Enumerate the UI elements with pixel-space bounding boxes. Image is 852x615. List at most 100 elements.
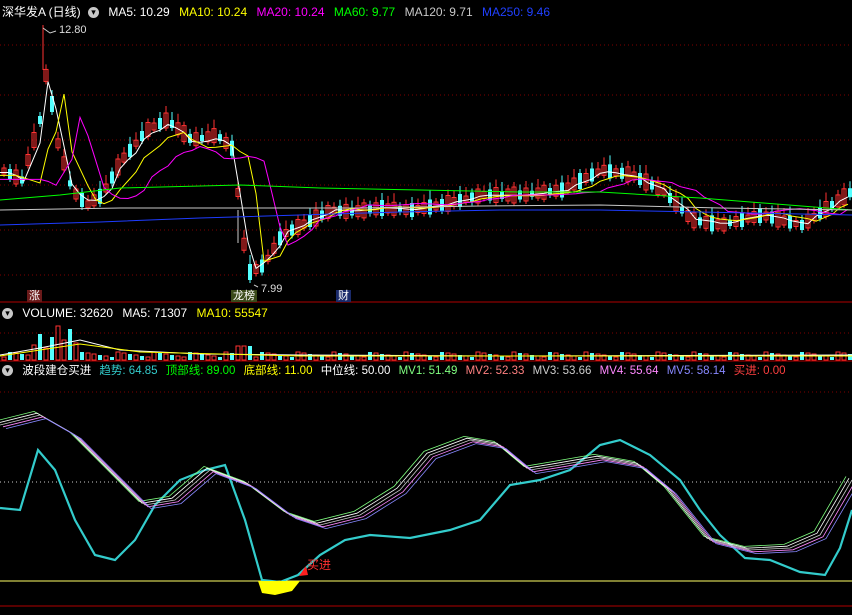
volume-ma5-label: MA5: 71307	[122, 306, 188, 320]
volume-bar-up	[145, 356, 151, 361]
stock-title[interactable]: 深华发A (日线)	[2, 5, 81, 19]
volume-bar-down	[248, 346, 252, 360]
volume-bar-up	[823, 355, 829, 361]
candle-down	[260, 259, 264, 273]
chevron-down-icon[interactable]: ▾	[88, 7, 100, 19]
volume-label: VOLUME: 32620	[22, 306, 114, 320]
volume-bar-down	[80, 352, 84, 360]
buy-zone	[258, 581, 300, 595]
volume-bar-up	[73, 342, 79, 361]
ma250-label: MA250: 9.46	[481, 5, 551, 19]
volume-bar-up	[205, 354, 211, 361]
candle-down	[608, 164, 612, 179]
volume-bar-down	[758, 357, 762, 360]
volume-bar-up	[223, 351, 229, 361]
volume-bar-up	[175, 355, 181, 361]
top-line-label: 顶部线: 89.00	[165, 365, 236, 377]
volume-bar-down	[128, 354, 132, 360]
volume-bar-up	[253, 356, 259, 361]
mv2-label: MV2: 52.33	[465, 365, 525, 377]
mv2-line	[0, 412, 850, 549]
candle-down	[560, 182, 564, 198]
volume-bar-up	[163, 353, 169, 361]
volume-bar-up	[121, 352, 127, 361]
volume-bar-down	[788, 356, 792, 360]
volume-bar-up	[1, 356, 7, 361]
volume-bar-down	[398, 357, 402, 360]
volume-bar-up	[391, 355, 397, 361]
volume-bar-up	[55, 325, 61, 361]
volume-bar-up	[103, 355, 109, 361]
zhang-marker[interactable]: 涨	[27, 290, 42, 302]
volume-bar-up	[415, 353, 421, 361]
candle-down	[110, 171, 114, 184]
volume-bar-down	[650, 357, 654, 360]
buy-value-label: 买进: 0.00	[733, 365, 786, 377]
candle-down	[38, 116, 42, 124]
volume-bar-up	[631, 353, 637, 361]
volume-bar-down	[320, 356, 324, 360]
volume-bar-down	[140, 356, 144, 360]
volume-bar-up	[433, 356, 439, 361]
volume-bar-down	[500, 356, 504, 360]
volume-bar-down	[200, 354, 204, 360]
volume-bar-down	[110, 357, 114, 360]
bottom-line-label: 底部线: 11.00	[243, 365, 313, 377]
volume-bar-up	[283, 355, 289, 361]
chevron-down-icon[interactable]: ▾	[2, 308, 13, 320]
candle-down	[158, 118, 162, 129]
volume-bar-down	[380, 354, 384, 360]
mv3-label: MV3: 53.66	[532, 365, 592, 377]
trend-label: 趋势: 64.85	[99, 365, 158, 377]
volume-pane-header: ▾ VOLUME: 32620 MA5: 71307 MA10: 55547	[2, 305, 274, 321]
chevron-down-icon[interactable]: ▾	[2, 365, 13, 377]
volume-bar-down	[158, 353, 162, 360]
candle-down	[128, 143, 132, 157]
volume-bar-down	[680, 356, 684, 360]
volume-bar-down	[470, 357, 474, 360]
mv4-label: MV4: 55.64	[599, 365, 659, 377]
volume-bar-up	[265, 352, 271, 361]
volume-bar-up	[181, 356, 187, 361]
volume-ma10-line	[0, 343, 852, 357]
volume-bar-up	[685, 356, 691, 361]
volume-bar-down	[98, 355, 102, 360]
mv4-line	[2, 416, 852, 553]
volume-bar-up	[91, 353, 97, 361]
cai-marker[interactable]: 财	[336, 290, 351, 302]
volume-bar-up	[85, 352, 91, 361]
volume-bar-up	[31, 344, 37, 361]
volume-bar-down	[668, 354, 672, 360]
longhu-marker[interactable]: 龙榜	[231, 290, 257, 302]
ma5-line	[0, 81, 849, 270]
volume-bar-up	[703, 353, 709, 361]
volume-bar-up	[133, 354, 139, 361]
volume-bar-up	[211, 355, 217, 361]
volume-bar-up	[505, 356, 511, 361]
indicator-title[interactable]: 波段建仓买进	[22, 365, 91, 377]
volume-bar-up	[595, 353, 601, 361]
volume-bar-up	[643, 355, 649, 361]
volume-bar-down	[68, 329, 72, 360]
volume-bar-up	[715, 355, 721, 361]
volume-bar-down	[170, 355, 174, 360]
volume-bar-up	[235, 345, 241, 361]
volume-bar-up	[613, 356, 619, 361]
volume-bar-up	[115, 351, 121, 361]
volume-bar-down	[260, 352, 264, 360]
volume-bar-up	[25, 354, 31, 361]
indicator-pane-header: ▾ 波段建仓买进 趋势: 64.85 顶部线: 89.00 底部线: 11.00…	[2, 363, 792, 379]
volume-bar-up	[535, 355, 541, 361]
volume-bar-up	[151, 351, 157, 361]
volume-bar-down	[290, 357, 294, 360]
volume-bar-down	[608, 356, 612, 360]
volume-ma10-label: MA10: 55547	[196, 306, 268, 320]
volume-bar-up	[523, 353, 529, 361]
candle-down	[200, 135, 204, 141]
ma120-label: MA120: 9.71	[404, 5, 473, 19]
mv1-label: MV1: 51.49	[398, 365, 458, 377]
volume-bar-up	[721, 356, 727, 361]
candle-down	[698, 217, 702, 226]
volume-bar-down	[38, 334, 42, 360]
ma60-label: MA60: 9.77	[333, 5, 396, 19]
